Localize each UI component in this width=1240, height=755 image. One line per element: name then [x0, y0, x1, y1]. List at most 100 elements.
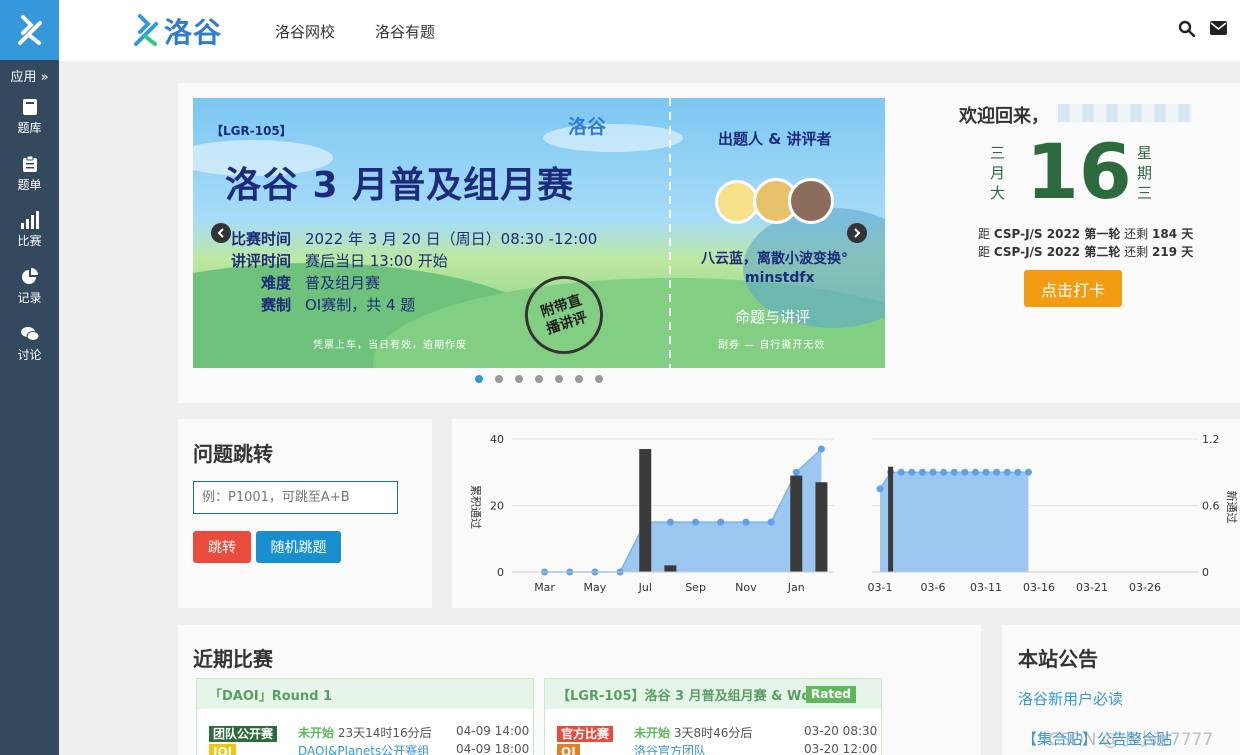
contest-end-time: 03-20 12:00: [804, 742, 878, 755]
pie-chart-icon: [21, 268, 38, 284]
area-point: [767, 518, 775, 526]
accepted-cumulative-chart: 0 20 40 累积通过 Mar May Jul Sep Nov Jan: [469, 433, 834, 594]
contest-end-time: 04-09 18:00: [456, 742, 530, 755]
contest-card[interactable]: 「DAOI」Round 1 团队公开赛 IOI 未开始 23天14时16分后 D…: [196, 678, 534, 755]
contest-rule-tag: IOI: [209, 744, 237, 755]
watermark: CSDN @小小赵7777: [1048, 730, 1214, 750]
sidebar-item-contests[interactable]: 比赛: [0, 211, 59, 261]
notice-item[interactable]: 洛谷新用户必读: [1018, 688, 1123, 709]
search-icon[interactable]: [1178, 20, 1195, 37]
carousel-next-button[interactable]: [847, 223, 867, 243]
y-tick-label: 0: [1202, 566, 1209, 579]
banner-row-label: 赛制: [260, 296, 291, 314]
area-point: [940, 468, 948, 476]
contest-tags: OI: [557, 741, 580, 755]
banner-footer-left: 凭票上车，当日有效，逾期作废: [313, 340, 467, 351]
sidebar-item-discuss[interactable]: 讨论: [0, 325, 59, 375]
carousel-dot[interactable]: [475, 375, 483, 383]
x-tick-label: May: [584, 581, 607, 594]
top-navbar: 洛谷 洛谷网校 洛谷有题: [59, 0, 1240, 61]
carousel-prev-button[interactable]: [211, 223, 231, 243]
sidebar-item-label: 题单: [17, 178, 42, 192]
contest-type-tag: 官方比赛: [557, 726, 614, 742]
countdown-event: CSP-J/S 2022 第二轮: [993, 245, 1121, 259]
contest-host[interactable]: 洛谷官方团队: [634, 742, 706, 755]
banner-footer-right: 副券 — 自行撕开无效: [718, 340, 826, 351]
recent-accepted-chart: 0 0.6 1.2 新通过 03-1 03-6 03-11 03-16 03-21 03-26: [868, 433, 1239, 594]
author-avatar: [788, 178, 834, 224]
banner-row-value: 2022 年 3 月 20 日（周日）08:30 -12:00: [305, 230, 598, 248]
countdown-row: 距 CSP-J/S 2022 第二轮 还剩 219 天: [978, 243, 1193, 260]
y-axis-label: 累积通过: [469, 485, 482, 529]
area-point: [666, 518, 674, 526]
banner-row-label: 难度: [260, 274, 291, 292]
y-tick-label: 40: [490, 433, 504, 446]
contest-card-header: 「DAOI」Round 1: [197, 679, 533, 709]
sidebar-item-label: 比赛: [17, 234, 42, 248]
nav-link-problems[interactable]: 洛谷有题: [375, 21, 435, 42]
x-tick-label: 03-1: [868, 581, 893, 594]
area-point: [950, 468, 958, 476]
area-point: [918, 468, 926, 476]
contest-start-time: 04-09 14:00: [456, 724, 530, 738]
countdown-mid: 还剩: [1124, 227, 1149, 241]
area-point: [692, 518, 700, 526]
carousel-dot[interactable]: [595, 375, 603, 383]
calendar-day: 16: [1026, 127, 1132, 216]
sidebar-item-lists[interactable]: 题单: [0, 155, 59, 205]
contest-card[interactable]: 【LGR-105】洛谷 3 月普及组月赛 & Wd... Rated 官方比赛 …: [544, 678, 882, 755]
rated-badge: Rated: [806, 686, 856, 703]
contest-name[interactable]: 「DAOI」Round 1: [209, 689, 332, 704]
contest-name[interactable]: 【LGR-105】洛谷 3 月普及组月赛 & Wd...: [557, 689, 825, 704]
sidebar-logo[interactable]: [0, 0, 59, 60]
countdown-prefix: 距: [978, 227, 991, 241]
area-point: [817, 445, 825, 453]
contest-tags: IOI: [209, 741, 237, 755]
luogu-logo-icon: [134, 14, 158, 46]
countdown-days: 219 天: [1152, 245, 1194, 259]
jump-button[interactable]: 跳转: [193, 531, 251, 563]
contest-remaining: 3天8时46分后: [673, 726, 753, 740]
bar-signal-icon: [20, 211, 39, 229]
area-point: [897, 468, 905, 476]
sidebar-item-label: 讨论: [17, 348, 42, 362]
y-tick-label: 0.6: [1202, 500, 1220, 513]
carousel-dot[interactable]: [555, 375, 563, 383]
banner-row-label: 讲评时间: [230, 252, 291, 270]
username-blurred: [1058, 104, 1192, 122]
banner-authors-title: 出题人 & 讲评者: [718, 130, 832, 148]
contest-host[interactable]: DAOI&Planets公开赛组: [298, 742, 429, 755]
sidebar: 应用 » 题库 题单 比赛 记录 讨论: [0, 0, 59, 755]
sidebar-item-records[interactable]: 记录: [0, 268, 59, 318]
banner-authors: 八云蓝，离散小波变换°: [701, 251, 848, 267]
sidebar-item-problems[interactable]: 题库: [0, 98, 59, 148]
luogu-logo-icon: [17, 15, 42, 45]
chevron-right-icon: [854, 228, 861, 238]
carousel-dot[interactable]: [495, 375, 503, 383]
area-point: [1024, 468, 1032, 476]
bar: [790, 475, 803, 572]
area-point: [961, 468, 969, 476]
checkin-button[interactable]: 点击打卡: [1024, 270, 1122, 307]
site-logo-text[interactable]: 洛谷: [164, 11, 222, 51]
area-point: [1014, 468, 1022, 476]
problem-jump-input[interactable]: [193, 481, 398, 514]
contest-start-time: 03-20 08:30: [804, 724, 878, 738]
carousel-dot[interactable]: [575, 375, 583, 383]
mail-icon[interactable]: [1210, 21, 1227, 35]
sidebar-apps-toggle[interactable]: 应用 »: [0, 66, 59, 85]
random-problem-button[interactable]: 随机跳题: [256, 531, 341, 563]
banner-carousel[interactable]: 【LGR-105】 洛谷 洛谷 3 月普及组月赛 比赛时间 2022 年 3 月…: [193, 98, 885, 368]
contest-tags: 官方比赛: [557, 723, 614, 742]
carousel-dot[interactable]: [535, 375, 543, 383]
nav-link-school[interactable]: 洛谷网校: [275, 21, 335, 42]
banner-tag: 【LGR-105】: [211, 124, 292, 138]
carousel-dot[interactable]: [515, 375, 523, 383]
contest-status-label: 未开始: [634, 726, 671, 740]
contest-remaining: 23天14时16分后: [337, 726, 432, 740]
contest-rule-tag: OI: [557, 744, 580, 755]
countdown-prefix: 距: [978, 245, 991, 259]
x-tick-label: 03-11: [970, 581, 1002, 594]
x-tick-label: Nov: [735, 581, 757, 594]
y-axis-label: 新通过: [1225, 491, 1239, 524]
